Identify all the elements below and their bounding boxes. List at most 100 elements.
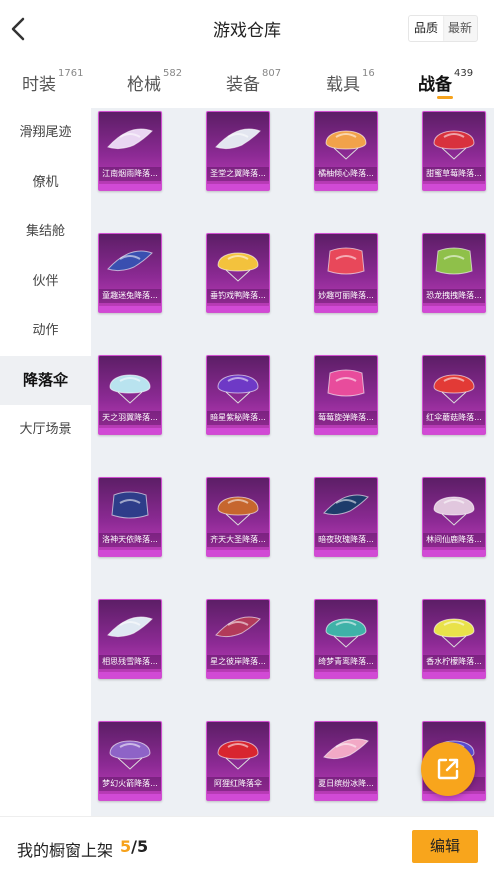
parachute-card[interactable]: 莓莓旋弹降落...	[314, 355, 378, 435]
parachute-card[interactable]: 齐天大圣降落...	[206, 477, 270, 557]
parachute-image	[325, 618, 367, 648]
parachute-card[interactable]: 圣堂之翼降落...	[206, 111, 270, 191]
item-grid: 江南烟雨降落... 圣堂之翼降落... 橘柚倾心降落... 甜蜜草莓降落... 童趣迷兔…	[91, 108, 494, 816]
parachute-card[interactable]: 红伞蘑菇降落...	[422, 355, 486, 435]
rarity-bar	[99, 672, 161, 678]
sidebar-item-assembly-pod[interactable]: 集结舱	[0, 207, 91, 257]
parachute-card[interactable]: 甜蜜草莓降落...	[422, 111, 486, 191]
parachute-thumbnail	[315, 356, 377, 414]
tab-label: 时装	[22, 75, 56, 95]
parachute-name: 橘柚倾心降落...	[315, 167, 377, 181]
parachute-image	[107, 616, 153, 638]
tab-vehicles[interactable]: 载具16	[326, 68, 375, 95]
parachute-thumbnail	[99, 478, 161, 536]
parachute-name: 绮梦青鸾降落...	[315, 655, 377, 669]
sidebar-item-wingman[interactable]: 僚机	[0, 158, 91, 208]
sidebar-item-lobby-scene[interactable]: 大厅场景	[0, 405, 91, 455]
parachute-card[interactable]: 垂钓戏鸭降落...	[206, 233, 270, 313]
parachute-card[interactable]: 洛神天依降落...	[98, 477, 162, 557]
parachute-card[interactable]: 夏日缤纷冰降...	[314, 721, 378, 801]
parachute-card[interactable]: 星之彼岸降落...	[206, 599, 270, 679]
parachute-card[interactable]: 相思残雪降落...	[98, 599, 162, 679]
parachute-image	[217, 740, 259, 770]
parachute-card[interactable]: 暗星紫秘降落...	[206, 355, 270, 435]
showcase-total: 5	[136, 837, 149, 856]
parachute-thumbnail	[99, 356, 161, 414]
active-tab-indicator	[437, 96, 453, 99]
parachute-card[interactable]: 绮梦青鸾降落...	[314, 599, 378, 679]
parachute-name: 妙趣可丽降落...	[315, 289, 377, 303]
parachute-card[interactable]: 暗夜玫瑰降落...	[314, 477, 378, 557]
parachute-card[interactable]: 童趣迷兔降落...	[98, 233, 162, 313]
parachute-name: 洛神天依降落...	[99, 533, 161, 547]
parachute-image	[217, 374, 259, 404]
parachute-thumbnail	[207, 234, 269, 292]
tab-label: 战备	[418, 75, 452, 95]
parachute-image	[327, 369, 365, 397]
parachute-card[interactable]: 阿狸红降落伞	[206, 721, 270, 801]
sort-quality-option[interactable]: 品质	[408, 16, 443, 41]
parachute-image	[433, 618, 475, 648]
rarity-bar	[99, 794, 161, 800]
showcase-current: 5	[120, 837, 132, 856]
parachute-thumbnail	[315, 478, 377, 536]
parachute-thumbnail	[315, 234, 377, 292]
sort-latest-option[interactable]: 最新	[443, 16, 477, 41]
showcase-count: 5/5	[120, 837, 148, 856]
parachute-thumbnail	[207, 722, 269, 780]
parachute-card[interactable]: 林间仙鹿降落...	[422, 477, 486, 557]
sidebar-item-companion[interactable]: 伙伴	[0, 257, 91, 307]
parachute-name: 相思残雪降落...	[99, 655, 161, 669]
parachute-name: 童趣迷兔降落...	[99, 289, 161, 303]
parachute-thumbnail	[99, 112, 161, 170]
parachute-name: 阿狸红降落伞	[207, 777, 269, 791]
parachute-image	[327, 247, 365, 275]
sort-toggle[interactable]: 品质 最新	[407, 15, 478, 42]
parachute-thumbnail	[99, 722, 161, 780]
sidebar-item-emote[interactable]: 动作	[0, 306, 91, 356]
parachute-name: 香水柠檬降落...	[423, 655, 485, 669]
edit-button[interactable]: 编辑	[412, 830, 478, 863]
parachute-thumbnail	[423, 478, 485, 536]
tab-combat-gear[interactable]: 战备439	[418, 68, 474, 95]
parachute-card[interactable]: 江南烟雨降落...	[98, 111, 162, 191]
parachute-image	[109, 374, 151, 404]
share-button[interactable]	[421, 742, 475, 796]
parachute-name: 恐龙拽拽降落...	[423, 289, 485, 303]
rarity-bar	[207, 550, 269, 556]
parachute-name: 江南烟雨降落...	[99, 167, 161, 181]
parachute-card[interactable]: 梦幻火箭降落...	[98, 721, 162, 801]
rarity-bar	[423, 306, 485, 312]
parachute-card[interactable]: 恐龙拽拽降落...	[422, 233, 486, 313]
parachute-name: 暗夜玫瑰降落...	[315, 533, 377, 547]
tab-equipment[interactable]: 装备807	[226, 68, 281, 95]
parachute-image	[109, 740, 151, 770]
parachute-image	[433, 374, 475, 404]
parachute-card[interactable]: 香水柠檬降落...	[422, 599, 486, 679]
parachute-card[interactable]: 橘柚倾心降落...	[314, 111, 378, 191]
tab-count: 439	[454, 68, 474, 79]
rarity-bar	[315, 672, 377, 678]
sidebar-item-glide-trail[interactable]: 滑翔尾迹	[0, 108, 91, 158]
parachute-thumbnail	[207, 356, 269, 414]
parachute-name: 红伞蘑菇降落...	[423, 411, 485, 425]
parachute-card[interactable]: 天之羽翼降落...	[98, 355, 162, 435]
parachute-image	[215, 616, 261, 638]
rarity-bar	[207, 428, 269, 434]
tab-label: 枪械	[127, 75, 161, 95]
tab-weapons[interactable]: 枪械582	[127, 68, 183, 95]
tab-count: 582	[163, 68, 183, 79]
parachute-name: 暗星紫秘降落...	[207, 411, 269, 425]
sidebar-item-parachute[interactable]: 降落伞	[0, 355, 91, 405]
parachute-thumbnail	[207, 478, 269, 536]
parachute-thumbnail	[99, 234, 161, 292]
parachute-image	[111, 491, 149, 519]
rarity-bar	[315, 306, 377, 312]
rarity-bar	[315, 428, 377, 434]
tab-fashion[interactable]: 时装1761	[22, 68, 83, 95]
parachute-thumbnail	[423, 356, 485, 414]
rarity-bar	[423, 672, 485, 678]
parachute-image	[215, 128, 261, 150]
parachute-image	[323, 738, 369, 760]
parachute-card[interactable]: 妙趣可丽降落...	[314, 233, 378, 313]
